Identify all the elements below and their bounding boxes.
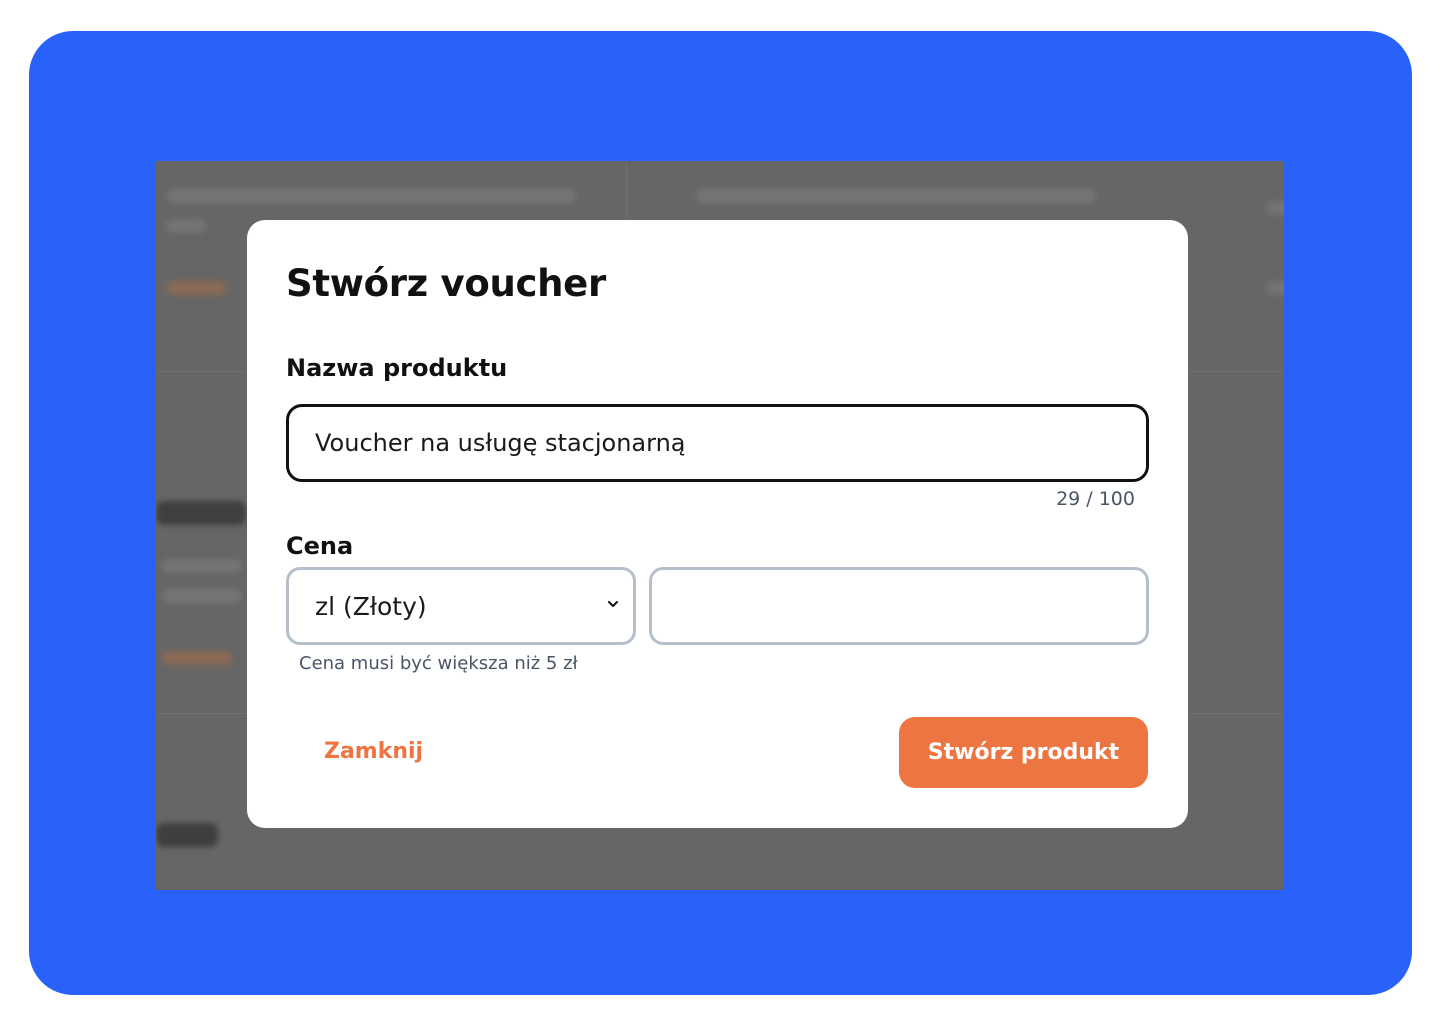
product-name-input[interactable]: Voucher na usługę stacjonarną	[286, 404, 1149, 482]
price-amount-input[interactable]	[649, 567, 1149, 645]
chevron-down-icon	[605, 596, 633, 616]
price-hint: Cena musi być większa niż 5 zł	[299, 653, 578, 674]
background-text-line	[166, 219, 206, 233]
currency-select[interactable]: zl (Złoty)	[286, 567, 636, 645]
background-text-line	[696, 189, 1096, 203]
background-text-line	[1266, 281, 1284, 295]
background-text-line	[1266, 201, 1284, 215]
background-text-line	[162, 559, 242, 573]
background-text-line	[162, 589, 242, 603]
background-heading	[156, 823, 218, 847]
character-counter: 29 / 100	[1056, 488, 1135, 510]
currency-selected-value: zl (Złoty)	[315, 591, 427, 621]
create-product-button[interactable]: Stwórz produkt	[899, 717, 1148, 788]
close-button[interactable]: Zamknij	[324, 739, 423, 764]
background-heading	[156, 501, 246, 525]
product-name-value: Voucher na usługę stacjonarną	[315, 429, 686, 457]
create-voucher-modal: Stwórz voucher Nazwa produktu Voucher na…	[247, 220, 1188, 828]
price-label: Cena	[286, 532, 354, 560]
modal-title: Stwórz voucher	[286, 262, 606, 305]
background-text-line	[166, 189, 576, 203]
background-link	[162, 651, 232, 665]
product-name-label: Nazwa produktu	[286, 354, 508, 382]
background-link	[166, 281, 226, 295]
